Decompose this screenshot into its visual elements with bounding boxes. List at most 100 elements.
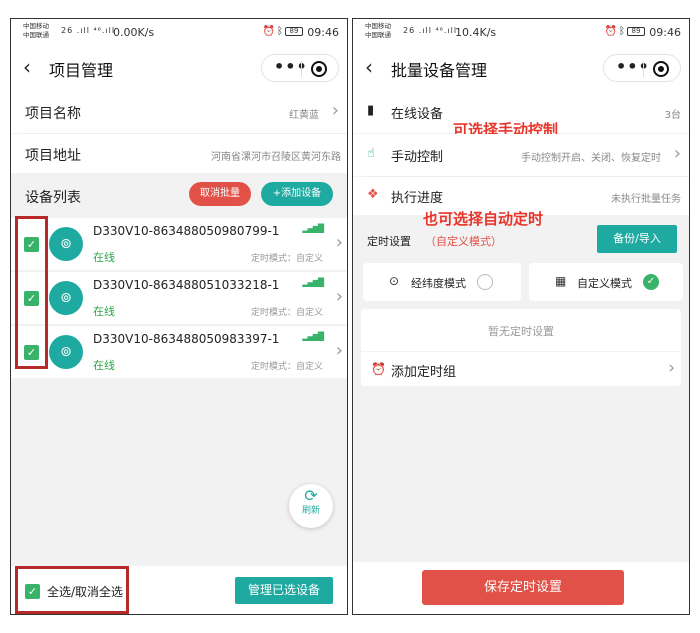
device-row[interactable]: ✓ ⊚ D330V10-863488050983397-1 ▂▄▆█ 在线 定时… [11,326,347,378]
signal-strength-icon: ▂▄▆█ [302,278,324,287]
back-icon[interactable]: ‹ [365,55,373,79]
left-phone-screen: 中国移动 中国联通 26 .ıll ⁴⁶.ıll 0.00K/s ⏰ᛒ 89 09… [10,18,348,615]
custom-mode-option[interactable]: ▦ 自定义模式 ✓ [529,263,683,301]
carrier-label: 中国移动 中国联通 [365,22,391,40]
online-devices-count: 3台 [664,110,681,121]
backup-import-button[interactable]: 备份/导入 [597,225,677,253]
alarm-icon: ⏰ [604,26,619,37]
close-miniprogram-icon[interactable] [653,61,669,77]
highlight-box [15,216,48,369]
manage-selected-button[interactable]: 管理已选设备 [235,577,333,604]
device-status: 在线 [93,359,115,372]
highlight-box [15,566,129,614]
chevron-right-icon: › [673,143,681,164]
annotation-auto: 也可选择自动定时 [423,210,544,228]
more-icon[interactable]: ••• [274,57,308,76]
custom-mode-label: 自定义模式 [577,277,632,290]
refresh-button[interactable]: ⟳ 刷新 [289,484,333,528]
device-row[interactable]: ✓ ⊚ D330V10-863488051033218-1 ▂▄▆█ 在线 定时… [11,272,347,324]
schedule-label: 定时设置 [367,235,411,248]
chevron-right-icon: › [668,358,675,378]
add-schedule-group-label: 添加定时组 [391,365,457,380]
alarm-clock-icon: ⏰ [371,362,386,376]
nav-bar: ‹ 项目管理 ••• [11,45,347,91]
chevron-right-icon: › [335,232,343,253]
online-devices-label: 在线设备 [391,107,444,122]
antenna-icon: ⊚ [49,335,83,369]
project-address-label: 项目地址 [25,148,81,164]
carrier-line-1: 中国移动 [365,22,391,30]
hand-pointer-icon: ☝ [367,146,375,161]
clock: 09:46 [307,26,339,39]
add-device-button[interactable]: +添加设备 [261,182,333,206]
radio-unselected[interactable] [477,274,493,290]
device-name: D330V10-863488050983397-1 [93,332,280,346]
cancel-batch-button[interactable]: 取消批量 [189,182,251,206]
grid-icon: ❖ [367,187,379,202]
status-bar: 中国移动 中国联通 26 .ıll ⁴⁶.ıll 10.4K/s ⏰ᛒ 89 09… [353,19,689,45]
project-address-row: 项目地址 河南省漯河市召陵区黄河东路 [11,134,347,173]
network-speed: 10.4K/s [455,26,497,39]
latlng-mode-option[interactable]: ⊙ 经纬度模式 [363,263,521,301]
device-name: D330V10-863488050980799-1 [93,224,280,238]
antenna-icon: ⊚ [49,281,83,315]
phone-icon: ▮ [367,103,375,118]
status-icons: ⏰ᛒ 89 [263,26,303,37]
bluetooth-icon: ᛒ [277,26,285,37]
empty-schedule-card: 暂无定时设置 [361,309,681,351]
carrier-label: 中国移动 中国联通 [23,22,49,40]
carrier-line-2: 中国联通 [23,31,49,39]
radio-selected[interactable]: ✓ [643,274,659,290]
refresh-icon: ⟳ [304,486,318,505]
miniprogram-capsule: ••• [261,54,339,82]
chevron-right-icon: › [331,100,339,121]
bottom-bar: 保存定时设置 [353,562,689,614]
antenna-icon: ⊚ [49,227,83,261]
alarm-icon: ⏰ [262,26,277,37]
device-mode: 定时模式：自定义 [250,362,323,372]
battery-icon: 89 [627,26,645,36]
signal-icon: 26 .ıll ⁴⁶.ıll [403,26,458,35]
manual-control-row[interactable]: ☝ 手动控制 手动控制开启、关闭、恢复定时 › [353,134,689,176]
carrier-line-1: 中国移动 [23,22,49,30]
save-schedule-button[interactable]: 保存定时设置 [422,570,624,605]
device-list-header: 设备列表 取消批量 +添加设备 [11,173,347,218]
device-name: D330V10-863488051033218-1 [93,278,280,292]
signal-strength-icon: ▂▄▆█ [302,224,324,233]
clock: 09:46 [649,26,681,39]
device-list-label: 设备列表 [25,190,81,206]
device-status: 在线 [93,305,115,318]
network-speed: 0.00K/s [113,26,155,39]
device-row[interactable]: ✓ ⊚ D330V10-863488050980799-1 ▂▄▆█ 在线 定时… [11,218,347,270]
page-title: 批量设备管理 [391,61,488,80]
latlng-mode-label: 经纬度模式 [411,277,466,290]
back-icon[interactable]: ‹ [23,55,31,79]
capsule-divider [643,61,644,77]
empty-schedule-text: 暂无定时设置 [488,325,554,338]
refresh-label: 刷新 [301,506,320,516]
calendar-icon: ▦ [555,274,567,288]
project-name-value: 红黄蓝 [289,110,319,121]
close-miniprogram-icon[interactable] [311,61,327,77]
status-icons: ⏰ᛒ 89 [605,26,645,37]
manual-control-label: 手动控制 [391,150,444,165]
progress-value: 未执行批量任务 [611,194,681,205]
more-icon[interactable]: ••• [616,57,650,76]
right-phone-screen: 中国移动 中国联通 26 .ıll ⁴⁶.ıll 10.4K/s ⏰ᛒ 89 09… [352,18,690,615]
page-title: 项目管理 [49,61,114,80]
device-mode: 定时模式：自定义 [250,308,323,318]
project-name-label: 项目名称 [25,106,81,122]
miniprogram-capsule: ••• [603,54,681,82]
add-schedule-group-row[interactable]: ⏰ 添加定时组 › [361,352,681,386]
manual-control-value: 手动控制开启、关闭、恢复定时 [521,153,661,164]
progress-label: 执行进度 [391,191,444,206]
schedule-mode-label: （自定义模式） [425,235,502,248]
location-pin-icon: ⊙ [389,274,400,288]
battery-icon: 89 [285,26,303,36]
capsule-divider [301,61,302,77]
project-name-row[interactable]: 项目名称 红黄蓝 › [11,91,347,133]
status-bar: 中国移动 中国联通 26 .ıll ⁴⁶.ıll 0.00K/s ⏰ᛒ 89 09… [11,19,347,45]
carrier-line-2: 中国联通 [365,31,391,39]
chevron-right-icon: › [335,286,343,307]
device-mode: 定时模式：自定义 [250,254,323,264]
